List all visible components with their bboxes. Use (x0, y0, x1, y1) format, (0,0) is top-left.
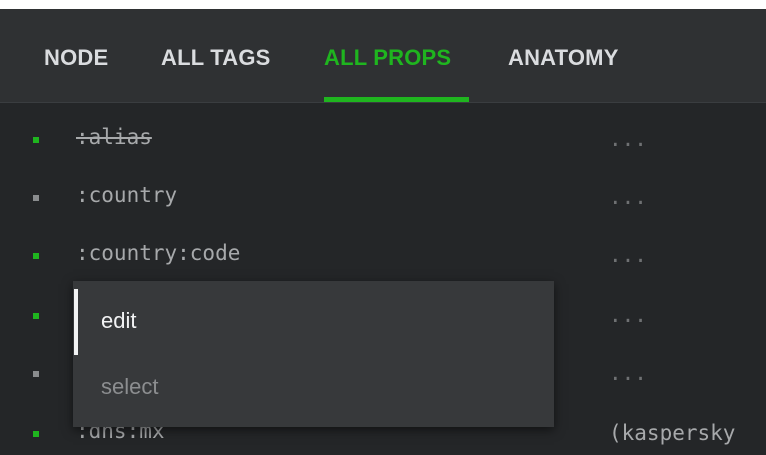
tab-all-tags[interactable]: ALL TAGS (161, 45, 271, 71)
prop-name: :country:code (76, 241, 241, 265)
prop-row-alias[interactable]: :alias ... (0, 117, 766, 175)
menu-item-edit[interactable]: edit (73, 289, 554, 355)
menu-item-select[interactable]: select (73, 355, 554, 418)
prop-bullet (33, 253, 39, 259)
prop-value: (kaspersky (609, 421, 736, 445)
menu-item-label: edit (101, 308, 137, 333)
menu-selection-indicator (74, 289, 78, 355)
prop-bullet (33, 431, 39, 437)
menu-item-label: select (101, 374, 159, 399)
prop-value: ... (609, 127, 647, 151)
tab-all-props[interactable]: ALL PROPS (324, 45, 451, 71)
prop-bullet (33, 195, 39, 201)
tab-node[interactable]: NODE (44, 45, 108, 71)
tab-anatomy[interactable]: ANATOMY (508, 45, 619, 71)
prop-name: :alias (76, 125, 152, 149)
props-panel: NODE ALL TAGS ALL PROPS ANATOMY :alias .… (0, 9, 766, 455)
active-tab-indicator (324, 97, 469, 102)
prop-bullet (33, 137, 39, 143)
prop-row-country[interactable]: :country ... (0, 175, 766, 233)
tab-bar: NODE ALL TAGS ALL PROPS ANATOMY (0, 9, 766, 103)
context-menu: edit select (73, 281, 554, 427)
prop-bullet (33, 313, 39, 319)
prop-value: ... (609, 303, 647, 327)
prop-value: ... (609, 185, 647, 209)
prop-name: :country (76, 183, 178, 207)
prop-value: ... (609, 243, 647, 267)
prop-value: ... (609, 361, 647, 385)
prop-bullet (33, 371, 39, 377)
